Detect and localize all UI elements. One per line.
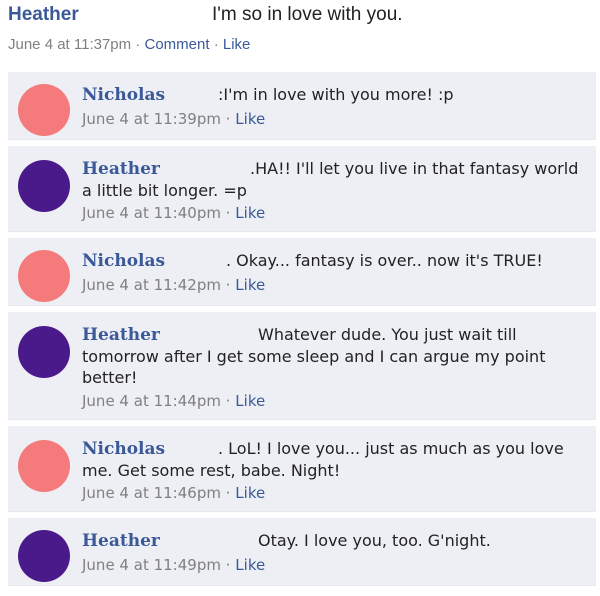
comment-body: Nicholas:I'm in love with you more! :p [82, 84, 584, 106]
post-author-link[interactable]: Heather [8, 4, 79, 26]
comment-timestamp[interactable]: June 4 at 11:46pm [82, 484, 221, 502]
comment-text: . Okay... fantasy is over.. now it's TRU… [226, 251, 543, 270]
comment-author-link[interactable]: Heather [82, 325, 258, 346]
comment-timestamp[interactable]: June 4 at 11:49pm [82, 556, 221, 574]
comment-item: Heather Otay. I love you, too. G'night. J… [8, 518, 596, 586]
comment-body: Nicholas. LoL! I love you... just as muc… [82, 438, 584, 481]
separator: · [225, 110, 231, 128]
like-link[interactable]: Like [235, 484, 265, 502]
comment-meta: June 4 at 11:44pm · Like [82, 392, 265, 410]
comment-meta: June 4 at 11:42pm · Like [82, 276, 265, 294]
avatar[interactable] [18, 160, 70, 212]
comment-meta: June 4 at 11:46pm · Like [82, 484, 265, 502]
comment-link[interactable]: Comment [145, 36, 210, 53]
avatar[interactable] [18, 84, 70, 136]
comment-author-link[interactable]: Heather [82, 159, 250, 180]
separator: · [225, 556, 231, 574]
comment-author-link[interactable]: Heather [82, 531, 258, 552]
comment-text: :I'm in love with you more! :p [218, 85, 454, 104]
separator: · [213, 36, 219, 53]
comment-item: Nicholas:I'm in love with you more! :p J… [8, 72, 596, 140]
separator: · [225, 484, 231, 502]
separator: · [225, 276, 231, 294]
comment-timestamp[interactable]: June 4 at 11:44pm [82, 392, 221, 410]
comment-text: Otay. I love you, too. G'night. [258, 531, 491, 550]
post-timestamp[interactable]: June 4 at 11:37pm [8, 36, 131, 53]
avatar[interactable] [18, 326, 70, 378]
like-link[interactable]: Like [235, 276, 265, 294]
separator: · [225, 392, 231, 410]
comment-meta: June 4 at 11:39pm · Like [82, 110, 265, 128]
comment-author-link[interactable]: Nicholas [82, 251, 226, 272]
comment-author-link[interactable]: Nicholas [82, 439, 218, 460]
comment-timestamp[interactable]: June 4 at 11:40pm [82, 204, 221, 222]
comment-timestamp[interactable]: June 4 at 11:42pm [82, 276, 221, 294]
like-link[interactable]: Like [235, 110, 265, 128]
separator: · [225, 204, 231, 222]
comment-timestamp[interactable]: June 4 at 11:39pm [82, 110, 221, 128]
comment-body: Heather Whatever dude. You just wait till… [82, 324, 584, 388]
comment-meta: June 4 at 11:40pm · Like [82, 204, 265, 222]
avatar[interactable] [18, 440, 70, 492]
post-text: I'm so in love with you. [212, 4, 403, 25]
like-link[interactable]: Like [235, 392, 265, 410]
comment-author-link[interactable]: Nicholas [82, 85, 218, 106]
comment-body: Heather .HA!! I'll let you live in that f… [82, 158, 584, 201]
comment-body: Nicholas. Okay... fantasy is over.. now … [82, 250, 584, 272]
comment-item: Nicholas. Okay... fantasy is over.. now … [8, 238, 596, 306]
avatar[interactable] [18, 530, 70, 582]
post-meta: June 4 at 11:37pm · Comment · Like [8, 36, 250, 53]
like-link[interactable]: Like [235, 556, 265, 574]
comment-item: Heather .HA!! I'll let you live in that f… [8, 146, 596, 232]
like-link[interactable]: Like [235, 204, 265, 222]
separator: · [135, 36, 141, 53]
like-link[interactable]: Like [223, 36, 251, 53]
comment-item: Heather Whatever dude. You just wait till… [8, 312, 596, 420]
comment-meta: June 4 at 11:49pm · Like [82, 556, 265, 574]
avatar[interactable] [18, 250, 70, 302]
comment-item: Nicholas. LoL! I love you... just as muc… [8, 426, 596, 512]
comment-body: Heather Otay. I love you, too. G'night. [82, 530, 584, 552]
